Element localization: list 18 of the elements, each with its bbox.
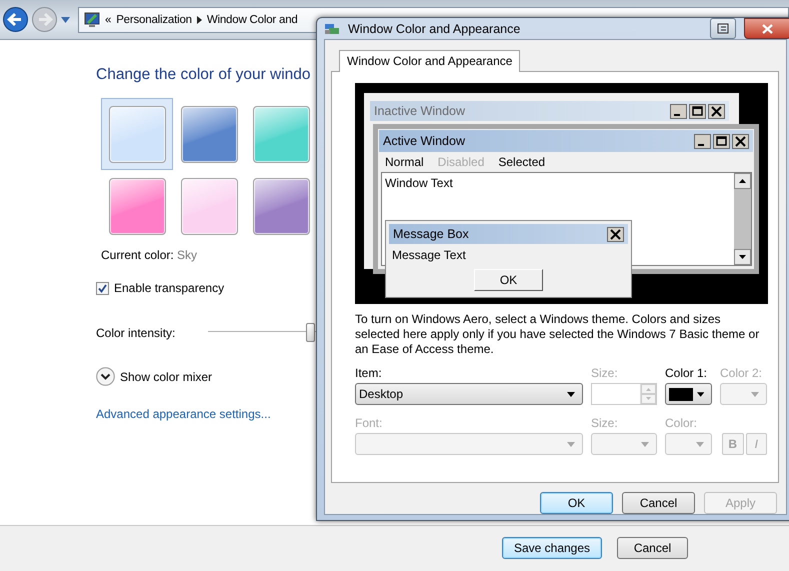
window-title: Active Window bbox=[383, 134, 466, 148]
dialog-title: Window Color and Appearance bbox=[348, 22, 520, 36]
field-label: Color 1: bbox=[665, 366, 708, 380]
field-label: Color: bbox=[665, 416, 698, 430]
window-title: Inactive Window bbox=[374, 104, 466, 118]
checkbox-label: Enable transparency bbox=[114, 281, 224, 295]
field-label: Size: bbox=[591, 366, 619, 380]
field-label: Color 2: bbox=[720, 366, 764, 380]
info-text: To turn on Windows Aero, select a Windows theme. Colors and sizes selected here apply only if you have selected the Windows 7 Basic theme or an Ease of Access theme. bbox=[355, 312, 760, 357]
field-label: Item: bbox=[355, 366, 383, 380]
current-color-text: Current color: Sky bbox=[101, 248, 198, 262]
window-text: Window Text bbox=[385, 176, 453, 190]
window-title: Message Box bbox=[393, 227, 470, 241]
field-label: Size: bbox=[591, 416, 619, 430]
field-label: Font: bbox=[355, 416, 384, 430]
message-text: Message Text bbox=[391, 247, 467, 262]
slider-label: Color intensity: bbox=[96, 326, 176, 340]
page-heading: Change the color of your windo bbox=[96, 66, 311, 84]
